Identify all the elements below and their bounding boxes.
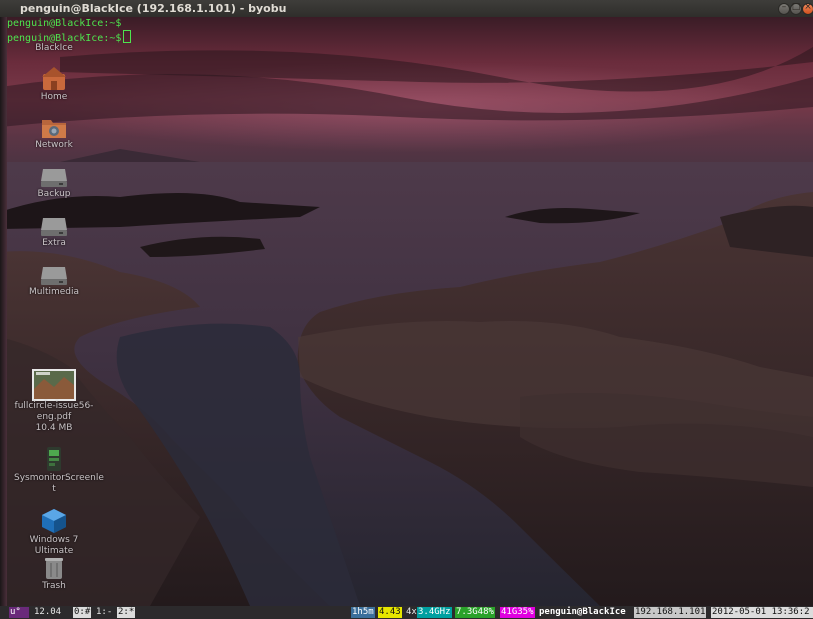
virtualbox-icon [42, 509, 66, 533]
window-left-edge [0, 17, 7, 606]
drive-icon [41, 218, 67, 236]
terminal-line: penguin@BlackIce:~$ [7, 17, 131, 30]
window-titlebar[interactable]: penguin@BlackIce (192.168.1.101) - byobu… [0, 0, 813, 18]
cpu-frequency: 3.4GHz [417, 607, 452, 618]
disk-usage: 41G35% [500, 607, 535, 618]
minimize-button[interactable]: – [778, 2, 790, 15]
uptime: 1h5m [351, 607, 375, 618]
desktop-icon-label: Trash [42, 581, 66, 591]
window-tab-1[interactable]: 1:- [95, 607, 113, 618]
date-time: 2012-05-01 13:36:2 [711, 607, 813, 618]
desktop-icon-label-line2: t [52, 484, 56, 494]
minimize-icon: – [781, 2, 787, 12]
desktop-icon-label: Extra [42, 238, 66, 248]
screenlet-icon [47, 447, 61, 471]
ubuntu-logo-badge: u° [9, 607, 29, 618]
desktop-icon-windows7[interactable]: Windows 7 Ultimate [14, 507, 94, 557]
release-version: 12.04 [34, 607, 62, 617]
desktop-icon-label-line1: SysmonitorScreenle [14, 473, 104, 483]
drive-icon [41, 169, 67, 187]
close-icon: × [804, 2, 812, 12]
desktop-icon-label: Network [35, 140, 73, 150]
home-folder-icon [42, 67, 66, 90]
maximize-icon: □ [791, 2, 801, 12]
close-button[interactable]: × [802, 2, 813, 15]
drive-icon [41, 267, 67, 285]
ip-address: 192.168.1.101 [634, 607, 707, 618]
byobu-statusbar: u° 12.04 0:# 1:- 2:* 1h5m 4.43 4x 3.4GHz… [0, 606, 813, 619]
desktop-icon-backup[interactable]: Backup [14, 165, 94, 200]
window-tab-2[interactable]: 2:* [117, 607, 136, 618]
desktop-icon-multimedia[interactable]: Multimedia [14, 263, 94, 298]
desktop-icon-extra[interactable]: Extra [14, 214, 94, 249]
memory-usage: 7.3G48% [455, 607, 495, 618]
terminal-prompt: penguin@BlackIce:~$ [7, 18, 122, 29]
desktop-icon-label: Backup [37, 189, 71, 199]
trash-icon [45, 558, 63, 579]
desktop: BlackIce Home Network Backup Extra Multi… [0, 17, 813, 606]
terminal-line: penguin@BlackIce:~$ [7, 30, 132, 44]
cpu-count: 4x [406, 607, 417, 617]
desktop-icon-label: BlackIce [35, 43, 73, 53]
desktop-icon-label: Multimedia [28, 287, 80, 297]
desktop-icon-label: Windows 7 Ultimate [29, 535, 79, 556]
desktop-icon-home[interactable]: Home [14, 64, 94, 103]
desktop-icon-label-line1: fullcircle-issue56- [14, 401, 94, 411]
window-tab-0[interactable]: 0:# [73, 607, 92, 618]
network-folder-icon [42, 120, 66, 138]
pdf-thumbnail-icon [32, 369, 76, 401]
desktop-icon-trash[interactable]: Trash [14, 555, 94, 592]
desktop-icon-label-line2: eng.pdf [36, 412, 72, 422]
desktop-icon-network[interactable]: Network [14, 114, 94, 151]
maximize-button[interactable]: □ [790, 2, 802, 15]
user-host: penguin@BlackIce [539, 607, 626, 617]
terminal-output[interactable]: penguin@BlackIce:~$ penguin@BlackIce:~$ [7, 17, 132, 44]
desktop-icon-size: 10.4 MB [35, 423, 73, 433]
desktop-icon-sysmonitor[interactable]: SysmonitorScreenle t [14, 445, 104, 495]
desktop-icon-pdf[interactable]: fullcircle-issue56- eng.pdf 10.4 MB [14, 369, 94, 434]
wallpaper-image [0, 17, 813, 606]
terminal-cursor [123, 30, 132, 43]
desktop-icon-label: Home [40, 92, 68, 102]
window-title: penguin@BlackIce (192.168.1.101) - byobu [20, 2, 287, 15]
terminal-prompt: penguin@BlackIce:~$ [7, 33, 122, 44]
load-average: 4.43 [378, 607, 402, 618]
